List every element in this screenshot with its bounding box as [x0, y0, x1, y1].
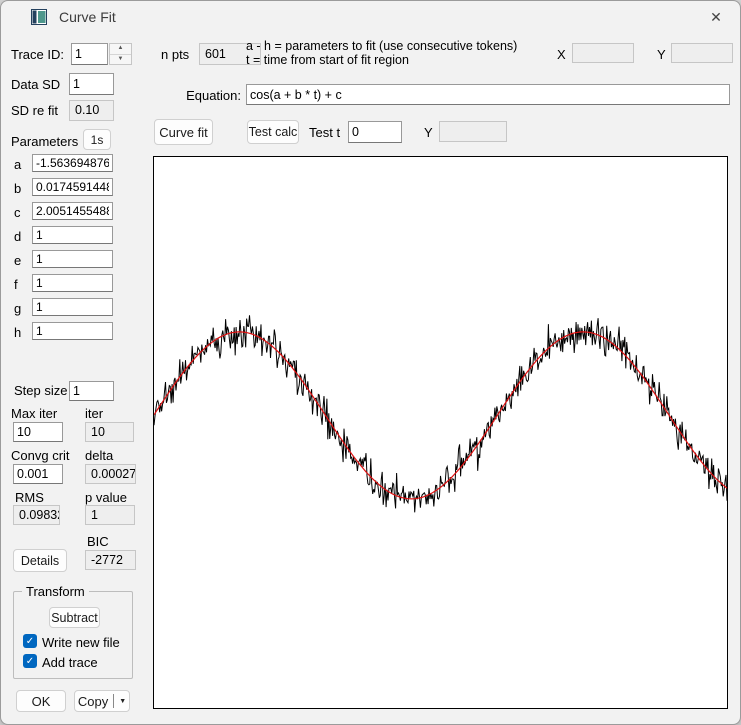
add-trace-label: Add trace — [42, 655, 98, 670]
param-b-input[interactable] — [32, 178, 113, 196]
transform-group-label: Transform — [22, 584, 89, 599]
param-a-label: a — [14, 157, 21, 172]
trace-id-stepper: ▲ ▼ — [109, 43, 132, 65]
param-h-label: h — [14, 325, 21, 340]
sd-refit-field: 0.10 — [69, 100, 114, 121]
fitted-curve-trace — [154, 332, 727, 499]
write-new-file-checkbox[interactable]: ✓ — [23, 634, 37, 648]
check-icon: ✓ — [26, 636, 34, 647]
max-iter-label: Max iter — [11, 406, 57, 421]
check-icon: ✓ — [26, 656, 34, 667]
step-size-input[interactable] — [69, 381, 114, 401]
data-sd-label: Data SD — [11, 77, 60, 92]
close-icon[interactable]: ✕ — [706, 7, 726, 27]
fit-plot-panel — [153, 156, 728, 709]
sd-refit-label: SD re fit — [11, 103, 58, 118]
window-title: Curve Fit — [59, 9, 116, 25]
spinner-up-icon[interactable]: ▲ — [110, 44, 131, 54]
param-c-input[interactable] — [32, 202, 113, 220]
param-d-label: d — [14, 229, 21, 244]
details-button[interactable]: Details — [13, 549, 67, 572]
cursor-x-field — [572, 43, 634, 63]
param-h-input[interactable] — [32, 322, 113, 340]
trace-id-label: Trace ID: — [11, 47, 64, 62]
curve-fit-button[interactable]: Curve fit — [154, 119, 213, 145]
param-e-input[interactable] — [32, 250, 113, 268]
iter-field: 10 — [85, 422, 134, 442]
parameters-label: Parameters — [11, 134, 78, 149]
n-pts-label: n pts — [161, 47, 189, 62]
cursor-y-field — [671, 43, 733, 63]
noisy-data-trace — [154, 315, 727, 512]
param-b-label: b — [14, 181, 21, 196]
data-sd-input[interactable] — [69, 73, 114, 95]
equation-input[interactable] — [246, 84, 730, 105]
param-g-label: g — [14, 301, 21, 316]
test-calc-button[interactable]: Test calc — [247, 120, 299, 144]
test-t-label: Test t — [309, 125, 340, 140]
rms-field: 0.098322 — [13, 505, 60, 525]
cursor-y-label: Y — [657, 47, 666, 62]
step-size-label: Step size — [14, 383, 67, 398]
convg-crit-label: Convg crit — [11, 448, 70, 463]
chevron-down-icon[interactable]: ▼ — [119, 698, 126, 705]
spinner-down-icon[interactable]: ▼ — [110, 54, 131, 65]
bic-label: BIC — [87, 534, 109, 549]
param-e-label: e — [14, 253, 21, 268]
copy-button-label[interactable]: Copy — [78, 694, 108, 709]
add-trace-checkbox[interactable]: ✓ — [23, 654, 37, 668]
max-iter-input[interactable] — [13, 422, 63, 442]
units-button[interactable]: 1s — [83, 129, 111, 150]
convg-crit-input[interactable] — [13, 464, 63, 484]
hint-line-1: a - h = parameters to fit (use consecuti… — [246, 39, 517, 53]
parameters-hint: a - h = parameters to fit (use consecuti… — [246, 39, 517, 67]
test-t-input[interactable] — [348, 121, 402, 143]
copy-split-button[interactable]: Copy ▼ — [74, 690, 130, 712]
app-icon — [31, 9, 47, 25]
param-a-input[interactable] — [32, 154, 113, 172]
iter-label: iter — [85, 406, 103, 421]
curve-fit-window: Curve Fit ✕ Trace ID: ▲ ▼ n pts 601 a - … — [0, 0, 741, 725]
fit-plot — [154, 157, 727, 708]
split-divider — [113, 694, 114, 708]
trace-id-input[interactable] — [71, 43, 108, 65]
test-y-label: Y — [424, 125, 433, 140]
bic-field: -2772 — [85, 550, 136, 570]
p-value-label: p value — [85, 490, 127, 505]
delta-label: delta — [85, 448, 113, 463]
cursor-x-label: X — [557, 47, 566, 62]
rms-label: RMS — [15, 490, 44, 505]
hint-line-2: t = time from start of fit region — [246, 53, 517, 67]
write-new-file-label: Write new file — [42, 635, 120, 650]
title-bar[interactable]: Curve Fit ✕ — [1, 1, 740, 33]
param-d-input[interactable] — [32, 226, 113, 244]
test-y-field — [439, 121, 507, 142]
equation-label: Equation: — [183, 88, 241, 103]
ok-button[interactable]: OK — [16, 690, 66, 712]
delta-field: 0.000274 — [85, 464, 136, 484]
param-f-label: f — [14, 277, 18, 292]
param-f-input[interactable] — [32, 274, 113, 292]
param-g-input[interactable] — [32, 298, 113, 316]
param-c-label: c — [14, 205, 21, 220]
p-value-field: 1 — [85, 505, 135, 525]
subtract-button[interactable]: Subtract — [49, 607, 100, 628]
